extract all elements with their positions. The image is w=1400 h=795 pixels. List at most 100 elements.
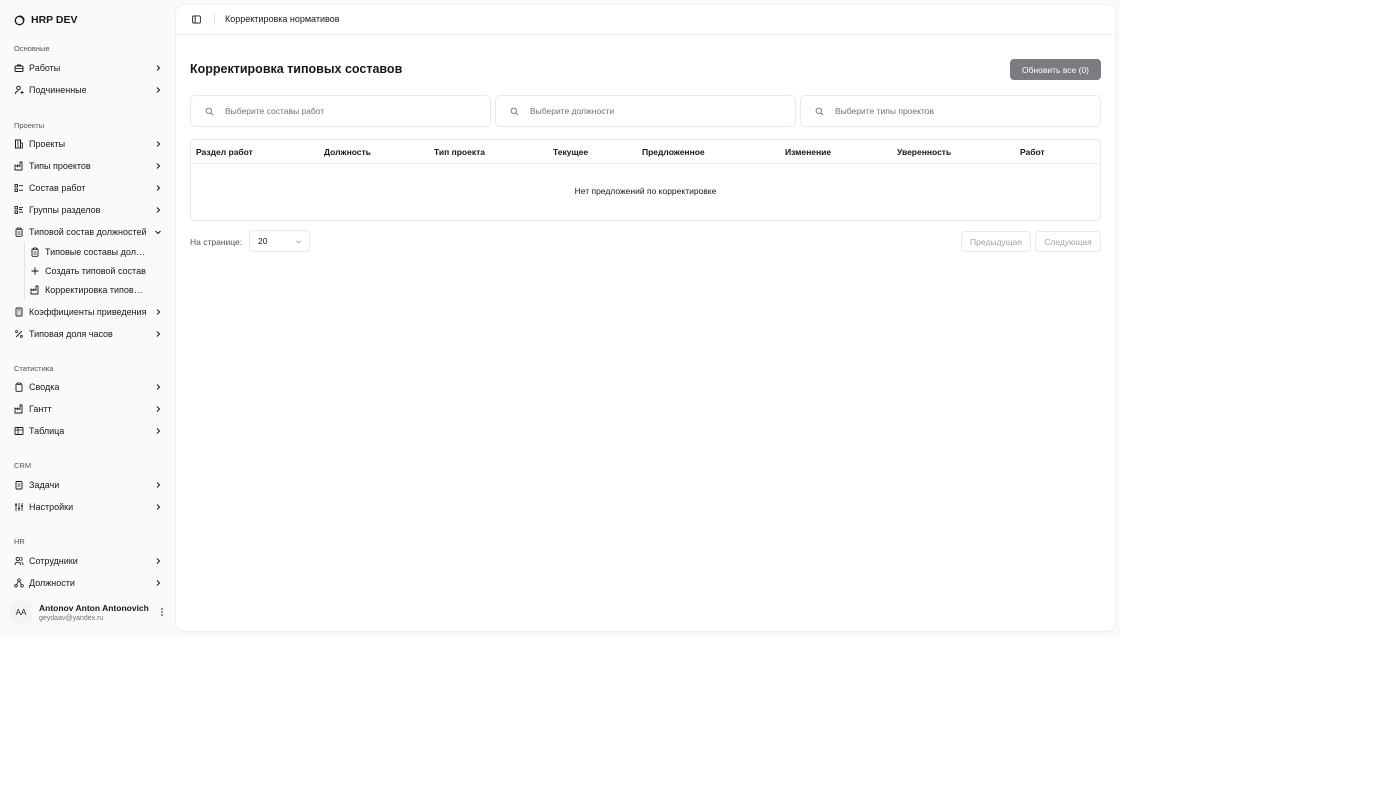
chevron-right-icon: [154, 140, 162, 148]
sidebar-item-works[interactable]: Работы: [10, 59, 162, 77]
brand[interactable]: HRP DEV: [14, 12, 78, 28]
page-title: Корректировка типовых составов: [190, 62, 403, 76]
factory-icon: [14, 161, 24, 171]
work-compositions-select[interactable]: Выберите составы работ: [190, 95, 491, 127]
column-header-position[interactable]: Должность: [324, 147, 371, 157]
per-page-value: 20: [258, 236, 268, 246]
column-header-section[interactable]: Раздел работ: [196, 147, 253, 157]
building-icon: [14, 139, 24, 149]
sidebar-item-tasks[interactable]: Задачи: [10, 476, 162, 494]
sidebar-item-work-composition[interactable]: Состав работ: [10, 179, 162, 197]
table-empty-message: Нет предложений по корректировке: [574, 186, 717, 196]
chevron-right-icon: [154, 330, 162, 338]
sidebar-item-section-groups[interactable]: Группы разделов: [10, 201, 162, 219]
sidebar-subitem-adjust-typical[interactable]: Корректировка типовых составов: [26, 281, 146, 298]
chevron-right-icon: [154, 64, 162, 72]
avatar: AA: [10, 601, 32, 623]
sidebar-item-label: Гантт: [29, 404, 52, 414]
calculator-icon: [14, 307, 24, 317]
user-menu[interactable]: AA Antonov Anton Antonovich geydaav@yand…: [10, 598, 166, 626]
factory-icon: [14, 404, 24, 414]
sidebar: HRP DEV Основные Работы Подчиненные Прое…: [0, 0, 176, 636]
chevron-right-icon: [154, 308, 162, 316]
plus-icon: [30, 266, 40, 276]
sidebar-subitem-create-typical[interactable]: Создать типовой состав: [26, 262, 146, 279]
sidebar-item-label: Таблица: [29, 426, 65, 436]
column-header-current[interactable]: Текущее: [553, 147, 588, 157]
next-page-button[interactable]: Следующая: [1035, 231, 1101, 252]
group-label-crm: CRM: [14, 461, 32, 470]
select-placeholder: Выберите типы проектов: [835, 106, 934, 116]
chevron-right-icon: [154, 383, 162, 391]
user-info: Antonov Anton Antonovich geydaav@yandex.…: [39, 603, 158, 622]
panel-left-icon: [192, 15, 201, 24]
sidebar-item-label: Работы: [29, 63, 61, 73]
search-icon: [510, 107, 519, 115]
search-icon: [205, 107, 214, 115]
percent-icon: [14, 329, 24, 339]
sidebar-item-label: Состав работ: [29, 183, 86, 193]
group-label-stats: Статистика: [14, 364, 54, 373]
sidebar-item-gantt[interactable]: Гантт: [10, 400, 162, 418]
per-page-label: На странице:: [190, 237, 243, 247]
per-page-select[interactable]: 20: [249, 230, 310, 252]
sidebar-item-coefficients[interactable]: Коэффициенты приведения: [10, 303, 162, 321]
table-header: Раздел работ Должность Тип проекта Текущ…: [191, 140, 1100, 164]
sidebar-item-typical-positions[interactable]: Типовой состав должностей: [10, 223, 162, 241]
app-shell: HRP DEV Основные Работы Подчиненные Прое…: [0, 0, 1120, 636]
sidebar-item-label: Коэффициенты приведения: [29, 307, 147, 317]
sliders-icon: [14, 502, 24, 512]
column-header-confidence[interactable]: Уверенность: [897, 147, 951, 157]
sidebar-item-summary[interactable]: Сводка: [10, 378, 162, 396]
sidebar-item-label: Должности: [29, 578, 75, 588]
adjustments-table: Раздел работ Должность Тип проекта Текущ…: [190, 139, 1101, 221]
prev-page-button[interactable]: Предыдущая: [961, 231, 1031, 252]
main-panel: Корректировка нормативов Корректировка т…: [176, 5, 1115, 631]
sidebar-toggle-button[interactable]: [190, 13, 203, 26]
chevron-right-icon: [154, 481, 162, 489]
column-header-project-type[interactable]: Тип проекта: [434, 147, 485, 157]
sidebar-item-project-types[interactable]: Типы проектов: [10, 157, 162, 175]
network-icon: [14, 578, 24, 588]
submenu-guide-line: [24, 242, 25, 300]
select-placeholder: Выберите должности: [530, 106, 615, 116]
chevron-right-icon: [154, 184, 162, 192]
sidebar-item-label: Сводка: [29, 382, 60, 392]
breadcrumb[interactable]: Корректировка нормативов: [225, 14, 339, 24]
chevron-right-icon: [154, 557, 162, 565]
briefcase-icon: [14, 63, 24, 73]
group-label-main: Основные: [14, 44, 50, 53]
project-types-select[interactable]: Выберите типы проектов: [800, 95, 1101, 127]
sidebar-item-label: Сотрудники: [29, 556, 78, 566]
sidebar-item-table[interactable]: Таблица: [10, 422, 162, 440]
sidebar-item-label: Типы проектов: [29, 161, 91, 171]
sidebar-item-settings[interactable]: Настройки: [10, 498, 162, 516]
select-placeholder: Выберите составы работ: [225, 106, 325, 116]
clipboard-icon: [30, 247, 40, 257]
list-icon: [14, 183, 24, 193]
sidebar-item-projects[interactable]: Проекты: [10, 135, 162, 153]
sidebar-item-employees[interactable]: Сотрудники: [10, 552, 162, 570]
chevron-right-icon: [154, 86, 162, 94]
factory-icon: [30, 285, 40, 295]
group-label-hr: HR: [14, 537, 25, 546]
column-header-proposed[interactable]: Предложенное: [642, 147, 705, 157]
column-header-works[interactable]: Работ: [1020, 147, 1045, 157]
chevron-down-icon: [154, 228, 162, 236]
refresh-all-button[interactable]: Обновить все (0): [1010, 59, 1101, 80]
more-vertical-icon: [158, 607, 166, 617]
table-icon: [14, 426, 24, 436]
clipboard-icon: [14, 382, 24, 392]
sidebar-item-positions[interactable]: Должности: [10, 574, 162, 592]
user-email: geydaav@yandex.ru: [39, 614, 104, 622]
topbar: Корректировка нормативов: [176, 5, 1115, 35]
positions-select[interactable]: Выберите должности: [495, 95, 796, 127]
column-header-change[interactable]: Изменение: [785, 147, 831, 157]
sidebar-subitem-typical-list[interactable]: Типовые составы должностей: [26, 243, 146, 260]
logo-icon: [14, 14, 25, 25]
sidebar-item-subordinates[interactable]: Подчиненные: [10, 81, 162, 99]
user-icon: [14, 85, 24, 95]
users-icon: [14, 556, 24, 566]
sidebar-item-typical-hours[interactable]: Типовая доля часов: [10, 325, 162, 343]
chevron-right-icon: [154, 503, 162, 511]
